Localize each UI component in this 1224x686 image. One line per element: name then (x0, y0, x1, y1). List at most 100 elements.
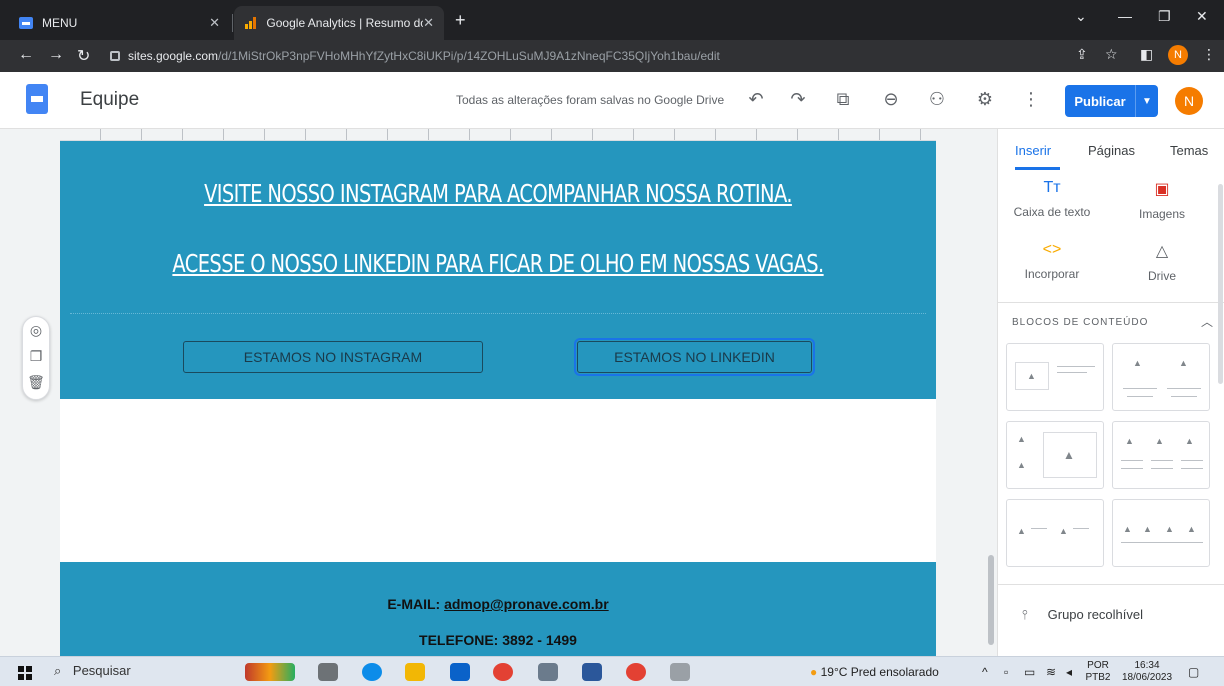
back-icon[interactable]: ← (18, 46, 34, 64)
insert-images[interactable]: ▣ Imagens (1112, 179, 1212, 221)
word-icon[interactable] (582, 663, 602, 681)
reload-icon[interactable]: ↻ (77, 46, 90, 66)
insert-collapsible-group[interactable]: ⫯ Grupo recolhível (1022, 607, 1143, 623)
chrome-icon[interactable] (493, 663, 513, 681)
insert-embed[interactable]: <> Incorporar (1002, 241, 1102, 281)
content-blocks-title: BLOCOS DE CONTEÚDO (1012, 317, 1149, 328)
email-line: E-MAIL: admop@pronave.com.br (60, 596, 936, 612)
insert-text-box[interactable]: Tт Caixa de texto (1002, 179, 1102, 219)
close-tab-icon[interactable]: ✕ (209, 15, 220, 31)
lock-icon (110, 51, 120, 61)
phone-line: TELEFONE: 3892 - 1499 (419, 632, 577, 648)
taskbar-search[interactable]: ⌕ Pesquisar (54, 663, 131, 679)
browser-menu-icon[interactable]: ⋮ (1202, 46, 1216, 63)
text-box-icon: Tт (1043, 179, 1061, 196)
notifications-icon[interactable]: ▢ (1188, 665, 1199, 679)
content-block[interactable]: ▲ ▲ ▲ (1112, 421, 1210, 489)
content-block[interactable]: ▲ ▲ ▲ (1006, 421, 1104, 489)
restore-icon[interactable]: ❐ (1158, 8, 1171, 25)
taskbar-clock[interactable]: 16:34 18/06/2023 (1122, 660, 1172, 684)
linkedin-button[interactable]: ESTAMOS NO LINKEDIN (574, 338, 815, 376)
paint-icon[interactable] (670, 663, 690, 681)
new-tab-icon[interactable]: + (455, 10, 466, 31)
instagram-text[interactable]: VISITE NOSSO INSTAGRAM PARA ACOMPANHAR N… (156, 179, 839, 208)
share-with-others-icon[interactable]: ⚇ (925, 89, 949, 110)
more-options-icon[interactable]: ⋮ (1019, 89, 1043, 110)
embed-icon: <> (1042, 241, 1062, 258)
drive-icon: △ (1155, 243, 1169, 260)
windows-start-icon[interactable] (18, 666, 32, 680)
chrome-profile-icon[interactable] (626, 663, 646, 681)
item-label: Caixa de texto (1013, 205, 1091, 219)
omnibox[interactable]: sites.google.com/d/1MiStrOkP3npFVHoMHhYf… (110, 44, 1110, 68)
minimize-icon[interactable]: — (1118, 8, 1132, 24)
site-page: VISITE NOSSO INSTAGRAM PARA ACOMPANHAR N… (60, 141, 936, 656)
collapse-chevron-icon[interactable]: ︿ (1201, 313, 1213, 330)
section-guide (70, 313, 926, 314)
sites-editor-header: Equipe Todas as alterações foram salvas … (0, 72, 1224, 129)
panel-divider (998, 302, 1224, 303)
volume-icon[interactable]: ◂ (1066, 665, 1072, 679)
duplicate-icon[interactable]: ❐ (23, 343, 49, 369)
browser-profile-avatar[interactable]: N (1168, 45, 1188, 65)
browser-tab-strip: MENU ✕ Google Analytics | Resumo dos r ✕… (0, 0, 1224, 40)
tab-paginas[interactable]: Páginas (1088, 143, 1135, 158)
palette-icon[interactable]: ◎ (23, 317, 49, 343)
delete-icon[interactable]: 🗑 (23, 369, 49, 395)
share-icon[interactable]: ⇪ (1076, 46, 1088, 63)
settings-gear-icon[interactable]: ⚙ (973, 89, 997, 110)
email-label: E-MAIL: (387, 596, 445, 612)
account-avatar[interactable]: N (1175, 87, 1203, 115)
contact-section[interactable]: E-MAIL: admop@pronave.com.br TELEFONE: 3… (60, 562, 936, 656)
insert-drive[interactable]: △ Drive (1112, 241, 1212, 283)
undo-icon[interactable]: ↶ (744, 89, 768, 110)
google-sites-logo-icon[interactable] (26, 84, 48, 114)
search-placeholder: Pesquisar (72, 663, 131, 678)
tray-app-icon[interactable]: ▫ (1004, 665, 1008, 679)
mail-icon[interactable] (450, 663, 470, 681)
forward-icon[interactable]: → (48, 46, 64, 64)
weather-widget[interactable]: ● 19°C Pred ensolarado (810, 665, 939, 679)
content-block[interactable]: ▲ ▲ ▲ ▲ (1112, 499, 1210, 567)
tab-temas[interactable]: Temas (1170, 143, 1208, 158)
browser-tab-menu[interactable]: MENU ✕ (8, 6, 230, 40)
publish-button[interactable]: Publicar ▼ (1065, 85, 1158, 117)
content-block[interactable]: ▲ (1006, 343, 1104, 411)
language-indicator[interactable]: POR PTB2 (1080, 660, 1116, 684)
address-bar-row: ← → ↻ sites.google.com/d/1MiStrOkP3npFVH… (0, 40, 1224, 72)
browser-tab-analytics[interactable]: Google Analytics | Resumo dos r ✕ (234, 6, 444, 40)
close-tab-icon[interactable]: ✕ (423, 15, 434, 31)
close-window-icon[interactable]: ✕ (1196, 8, 1208, 25)
preview-icon[interactable]: ⧉ (831, 89, 855, 110)
tray-chevron-icon[interactable]: ^ (982, 665, 988, 679)
redo-icon[interactable]: ↷ (786, 89, 810, 110)
email-link[interactable]: admop@pronave.com.br (444, 596, 609, 612)
linkedin-text[interactable]: ACESSE O NOSSO LINKEDIN PARA FICAR DE OL… (156, 249, 839, 278)
app-icon[interactable] (538, 663, 558, 681)
links-section[interactable]: VISITE NOSSO INSTAGRAM PARA ACOMPANHAR N… (60, 141, 936, 399)
ruler (60, 129, 936, 141)
tab-search-icon[interactable]: ⌄ (1075, 8, 1087, 25)
publish-label: Publicar (1074, 93, 1126, 109)
bookmark-star-icon[interactable]: ☆ (1105, 46, 1118, 63)
section-toolbar: ◎ ❐ 🗑 (22, 316, 50, 400)
meet-icon[interactable]: ▭ (1024, 665, 1035, 679)
panel-scrollbar[interactable] (1218, 184, 1223, 384)
taskbar-widget-icon[interactable] (245, 663, 295, 681)
file-explorer-icon[interactable] (405, 663, 425, 681)
instagram-button[interactable]: ESTAMOS NO INSTAGRAM (183, 341, 483, 373)
tab-inserir[interactable]: Inserir (1015, 143, 1051, 158)
site-title[interactable]: Equipe (80, 89, 139, 111)
tab-title: Google Analytics | Resumo dos r (266, 16, 424, 30)
side-panel-icon[interactable]: ◧ (1140, 46, 1153, 63)
item-label: Imagens (1138, 207, 1186, 221)
content-block[interactable]: ▲ ▲ (1006, 499, 1104, 567)
link-icon[interactable]: ⊖ (879, 89, 903, 110)
wifi-icon[interactable]: ≋ (1046, 665, 1056, 679)
canvas-scrollbar[interactable] (988, 555, 994, 645)
content-block[interactable]: ▲ ▲ (1112, 343, 1210, 411)
edge-icon[interactable] (362, 663, 382, 681)
task-view-icon[interactable] (318, 663, 338, 681)
empty-section[interactable] (60, 399, 936, 562)
publish-dropdown-icon[interactable]: ▼ (1135, 85, 1158, 117)
